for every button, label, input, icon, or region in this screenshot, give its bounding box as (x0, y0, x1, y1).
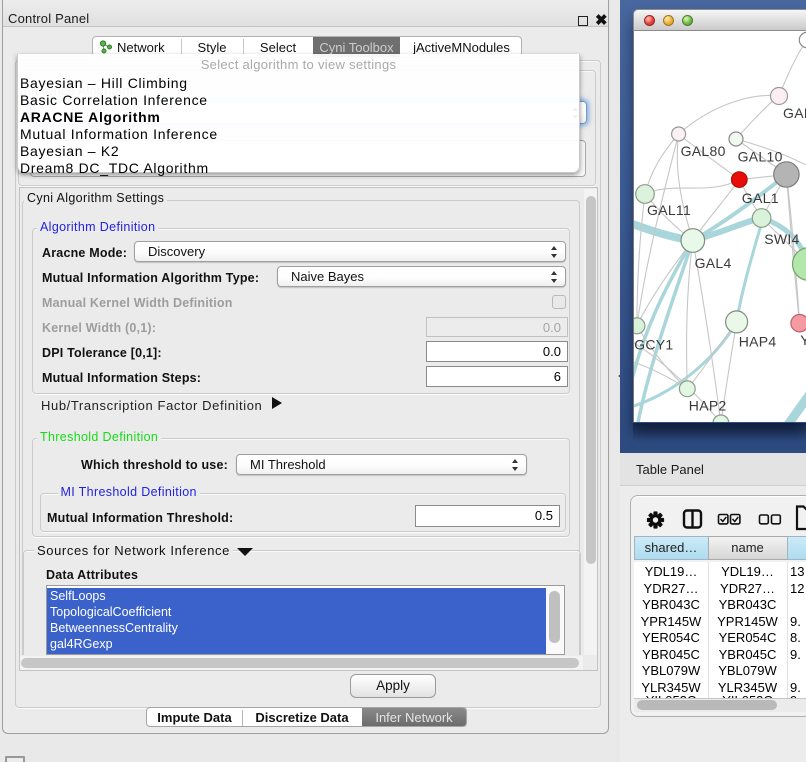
svg-text:GAL11: GAL11 (647, 202, 691, 218)
svg-text:GCY1: GCY1 (634, 337, 673, 353)
svg-text:Y: Y (800, 332, 806, 348)
svg-text:GAL1: GAL1 (742, 190, 779, 206)
svg-text:GAL4: GAL4 (695, 255, 732, 271)
svg-text:HAP2: HAP2 (689, 398, 727, 414)
svg-text:HAP4: HAP4 (739, 333, 777, 349)
svg-text:GAL10: GAL10 (738, 149, 783, 165)
svg-text:GAL80: GAL80 (681, 143, 726, 159)
svg-text:SWI4: SWI4 (764, 231, 799, 247)
svg-text:GAL: GAL (783, 105, 806, 121)
